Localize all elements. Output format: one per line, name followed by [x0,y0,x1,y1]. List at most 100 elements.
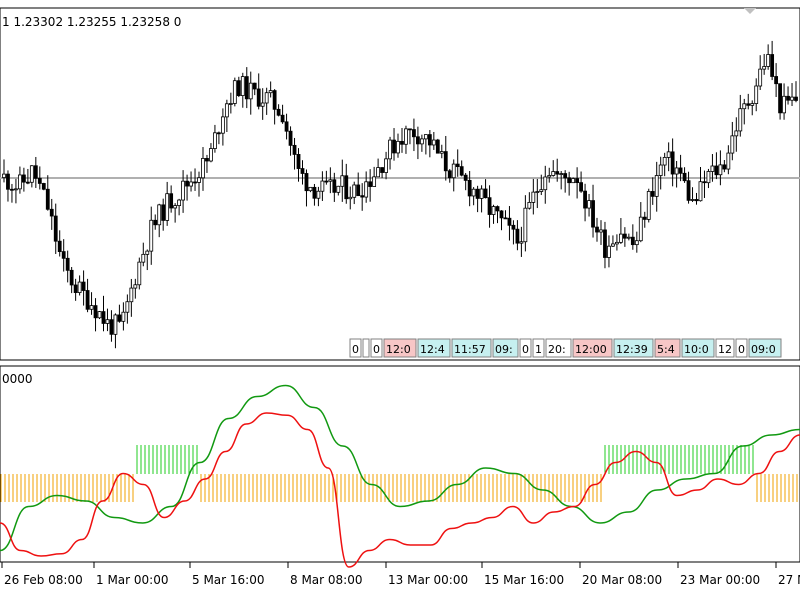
time-label: 26 Feb 08:00 [4,573,83,587]
candle-body-down [642,216,647,220]
candle-body-down [276,108,281,116]
candle-body-up [260,102,265,107]
candle-body-down [447,170,452,179]
time-label: 1 Mar 00:00 [96,573,169,587]
candle-body-up [201,158,205,179]
candle-body-down [746,103,751,106]
candle-body-up [125,301,130,313]
session-label: 0 [522,343,529,356]
candle-body-up [113,314,118,335]
time-label: 5 Mar 16:00 [192,573,265,587]
candle-body-up [519,241,524,244]
candle-body-down [304,173,309,192]
indicator-pane-frame [0,365,800,563]
candle-body-down [511,224,516,230]
candle-body-down [252,82,257,90]
candle-body-up [674,167,679,175]
candle-body-down [380,167,384,173]
session-label: 09:0 [751,343,776,356]
candle-body-down [778,83,782,114]
candle-body-down [65,257,70,271]
candle-body-down [435,139,440,154]
candle-body-down [595,226,599,233]
session-label: 12:0 [386,343,411,356]
candle-body-down [193,181,197,184]
candle-body-up [105,319,110,324]
candle-body-down [61,251,66,259]
candle-body-up [340,175,345,187]
candle-body-down [153,219,158,226]
candle-body-up [129,287,134,303]
candle-body-up [607,245,611,258]
candle-body-down [555,171,560,175]
candle-body-down [455,163,460,168]
candle-body-down [280,114,285,123]
candle-body-down [109,319,114,335]
candle-body-down [332,179,337,193]
candle-body-down [324,180,329,183]
candle-body-up [758,68,763,87]
candle-body-up [228,103,233,105]
session-label: 10:0 [684,343,709,356]
candle-body-down [217,132,221,135]
candle-body-up [141,253,146,263]
candle-body-down [392,139,396,154]
candle-body-down [412,129,416,138]
candle-body-up [543,176,548,191]
candle-body-up [364,181,369,198]
candle-body-up [666,151,671,158]
candle-body-up [320,180,325,192]
session-label: 12 [718,343,732,356]
candle-body-up [479,188,484,199]
candle-body-down [622,233,627,239]
candle-body-down [312,186,317,199]
candle-body-up [220,116,225,134]
chart-canvas[interactable]: 1 1.23302 1.23255 1.23258 0 0000 0 0 12:0 1… [0,0,800,600]
chart-window[interactable]: 1 1.23302 1.23255 1.23258 0 0000 0 0 12:0 1… [0,0,800,600]
candle-body-up [121,311,126,322]
session-label: 09: [495,343,513,356]
candle-body-down [185,180,189,187]
candle-body-down [650,191,655,197]
session-label: 1 [535,343,542,356]
candle-body-up [611,243,615,247]
candle-body-up [173,205,178,209]
candle-body-up [539,189,544,192]
candle-body-up [658,164,663,176]
candle-body-down [400,140,404,145]
candle-body-up [618,233,623,243]
candle-body-down [117,314,122,322]
candle-body-up [527,201,532,209]
candle-body-down [356,184,361,197]
candle-body-down [360,195,365,198]
candle-body-down [81,281,86,291]
candle-body-up [14,188,18,191]
candle-body-down [495,206,500,212]
candle-body-down [256,88,261,107]
candle-body-down [682,172,687,182]
candle-body-up [189,181,193,187]
candle-body-down [408,128,412,131]
candle-body-up [404,128,408,145]
candle-body-up [224,103,229,118]
candle-body-down [73,284,78,293]
candle-body-up [419,138,424,145]
candle-body-up [698,181,703,202]
candle-body-down [563,173,568,179]
candle-body-up [396,140,400,154]
candle-body-up [18,174,22,190]
candle-body-down [53,215,58,242]
candle-body-down [41,183,46,190]
candle-body-down [463,174,468,181]
candle-body-up [762,66,767,70]
candle-body-up [316,190,321,199]
time-label: 8 Mar 08:00 [290,573,363,587]
candle-body-up [726,152,731,170]
candle-body-up [336,185,341,193]
candle-body-up [730,135,735,154]
candle-body-down [483,188,488,199]
candle-body-up [491,206,496,215]
candle-body-down [630,236,635,246]
candle-body-up [137,261,142,286]
candle-body-up [308,186,313,192]
